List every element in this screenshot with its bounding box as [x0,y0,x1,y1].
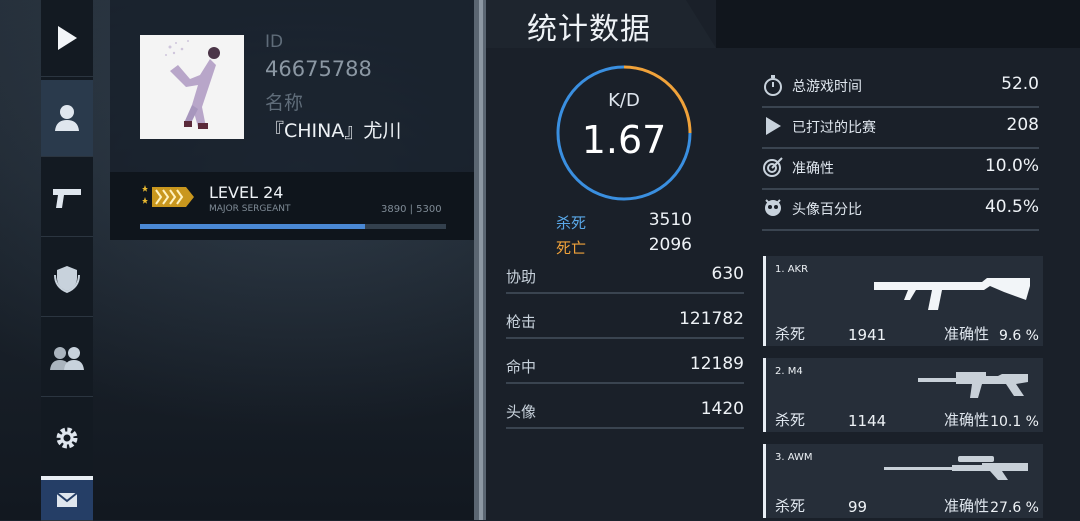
xp-progress-fill [140,224,365,229]
id-label: ID [265,32,284,52]
weapon-name: 2. M4 [775,366,803,377]
weapons-nav-button[interactable] [41,160,93,237]
profile-card: ID 46675788 名称 『CHINA』尤川 [110,0,474,172]
info-row-playtime: 总游戏时间 52.0 [762,66,1039,108]
weapon-card-awm[interactable]: 3. AWM 杀死 99 准确性 27.6 % [763,444,1043,518]
weapon-accuracy-label: 准确性 [944,411,990,429]
info-value: 208 [1006,115,1039,135]
person-icon [55,105,79,131]
group-icon [50,347,84,370]
stat-row-hits: 命中 12189 [506,348,744,384]
avatar[interactable] [140,35,244,139]
kills-label: 杀死 [556,214,587,232]
panel-divider-highlight [479,0,483,520]
weapon-accuracy-label: 准确性 [944,325,990,343]
pistol-icon [53,189,81,208]
stat-row-assists: 协助 630 [506,258,744,294]
weapon-accuracy-label: 准确性 [944,497,990,515]
stat-value: 121782 [679,309,744,329]
rank-chevron-icon [142,185,194,207]
weapon-accuracy-value: 10.1 % [990,414,1039,430]
friends-nav-button[interactable] [41,320,93,397]
kd-value: 1.67 [581,118,667,162]
level-card: LEVEL 24 MAJOR SERGEANT 3890 | 5300 [110,172,474,240]
weapon-card-akr[interactable]: 1. AKR 杀死 1941 准确性 9.6 % [763,256,1043,346]
info-row-headshot-percent: 头像百分比 40.5% [762,189,1039,231]
info-row-matches: 已打过的比赛 208 [762,107,1039,149]
stat-label: 头像 [506,403,537,421]
info-value: 40.5% [984,197,1039,217]
level-title: LEVEL 24 [209,183,284,202]
settings-button[interactable] [41,400,93,477]
stat-row-shots: 枪击 121782 [506,303,744,339]
stat-row-headshots: 头像 1420 [506,393,744,429]
gear-icon [56,427,78,449]
header-strip [716,0,1080,48]
headshot-icon [765,199,781,216]
stat-label: 协助 [506,268,537,286]
xp-progress-bar [140,224,446,229]
kd-label: K/D [608,90,640,111]
info-value: 10.0% [984,156,1039,176]
weapon-card-m4[interactable]: 2. M4 杀死 1144 准确性 10.1 % [763,358,1043,432]
rifle-m4-icon [918,372,1028,398]
weapon-kills-label: 杀死 [775,411,806,429]
sniper-awm-icon [884,456,1028,480]
weapon-name: 1. AKR [775,264,809,275]
shield-icon [54,266,80,293]
stat-value: 1420 [700,399,744,419]
info-label: 已打过的比赛 [792,120,876,136]
play-button[interactable] [41,0,93,77]
play-icon [58,26,77,50]
weapon-kills-value: 99 [848,498,868,516]
stopwatch-icon [764,75,782,96]
stat-label: 枪击 [506,313,537,331]
weapon-name: 3. AWM [775,452,813,463]
weapon-kills-label: 杀死 [775,497,806,515]
deaths-value: 2096 [648,235,692,255]
mail-button[interactable] [41,476,93,521]
weapon-kills-label: 杀死 [775,325,806,343]
info-value: 52.0 [1001,74,1039,94]
avatar-image [165,40,220,129]
weapon-accuracy-value: 9.6 % [998,328,1039,344]
info-label: 总游戏时间 [792,79,862,95]
info-label: 准确性 [792,161,834,177]
stat-value: 12189 [689,354,744,374]
rank-nav-button[interactable] [41,240,93,317]
rank-name: MAJOR SERGEANT [209,204,291,214]
stats-title: 统计数据 [527,12,651,47]
target-icon [763,157,783,177]
weapon-kills-value: 1941 [848,326,887,344]
profile-nav-button[interactable] [41,80,93,157]
weapon-kills-value: 1144 [848,412,887,430]
xp-text: 3890 | 5300 [381,204,442,215]
name-label: 名称 [265,92,304,114]
kills-value: 3510 [648,210,692,230]
info-row-accuracy: 准确性 10.0% [762,148,1039,190]
info-label: 头像百分比 [792,202,862,218]
stat-label: 命中 [506,358,537,376]
deaths-label: 死亡 [556,239,587,257]
side-navigation [41,0,93,521]
play-icon [766,117,781,135]
player-name: 『CHINA』尤川 [265,120,402,142]
rifle-akr-icon [874,278,1030,310]
stat-value: 630 [711,264,744,284]
player-id: 46675788 [265,57,372,81]
weapon-accuracy-value: 27.6 % [990,500,1039,516]
envelope-icon [56,492,78,507]
